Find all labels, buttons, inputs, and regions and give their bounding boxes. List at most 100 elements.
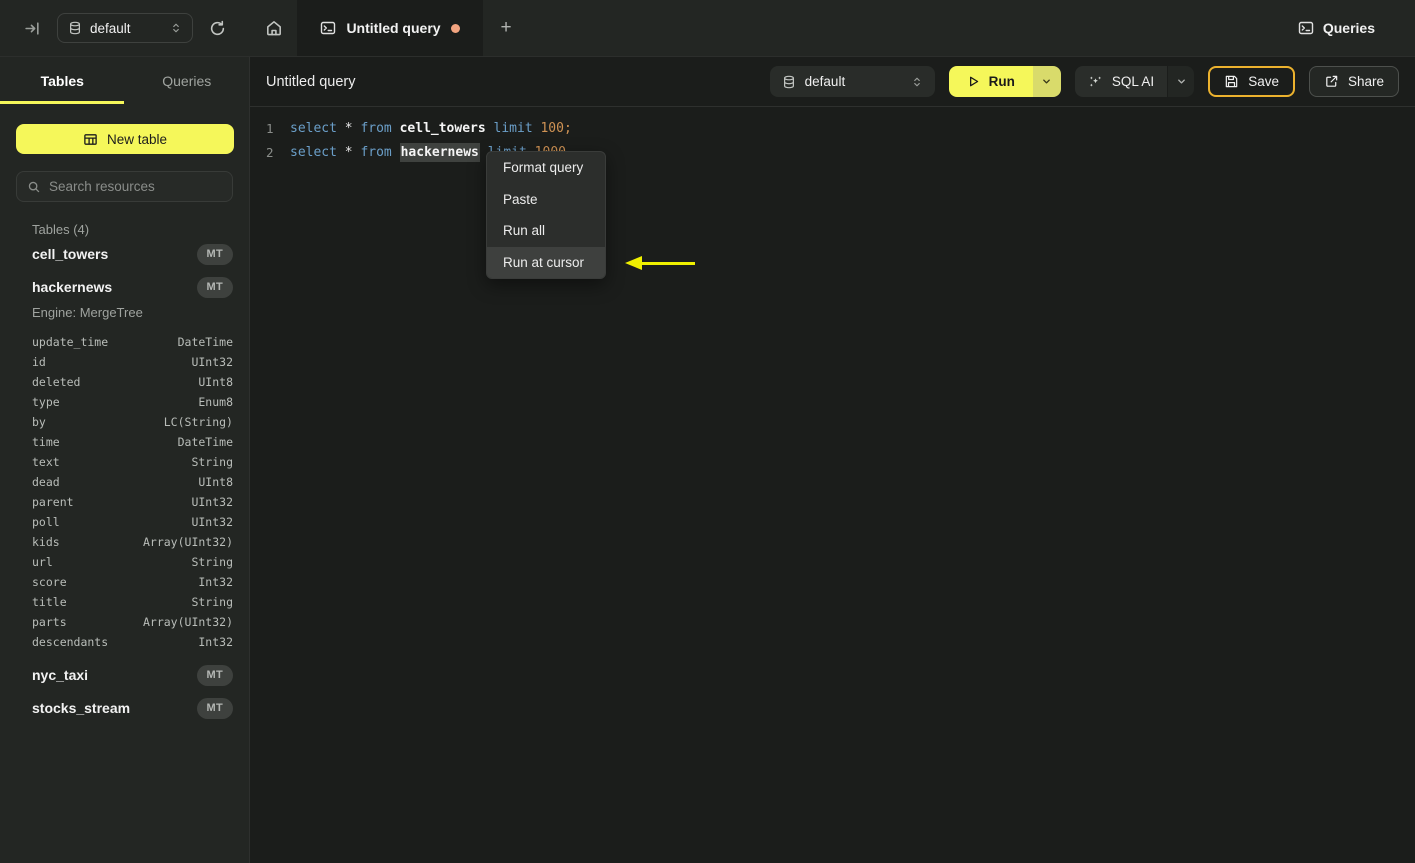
column-row[interactable]: descendants Int32: [0, 632, 249, 652]
column-type: UInt32: [191, 355, 233, 369]
column-row[interactable]: parts Array(UInt32): [0, 612, 249, 632]
terminal-icon: [1298, 20, 1314, 36]
engine-badge: MT: [196, 276, 233, 298]
search-box: [16, 171, 233, 202]
search-input[interactable]: [49, 179, 226, 194]
column-type: String: [191, 595, 233, 609]
sidebar-tab-queries[interactable]: Queries: [125, 57, 250, 104]
table-row-stocks-stream[interactable]: stocks_stream MT: [0, 696, 249, 720]
column-list: update_time DateTime id UInt32 deleted UInt8 t…: [0, 332, 249, 652]
column-row[interactable]: id UInt32: [0, 352, 249, 372]
column-row[interactable]: deleted UInt8: [0, 372, 249, 392]
column-name: poll: [32, 515, 60, 529]
code-text: select * from cell_towers limit 100;: [290, 120, 572, 136]
share-button[interactable]: Share: [1308, 66, 1399, 97]
play-icon: [967, 75, 980, 88]
code-line[interactable]: 2select * from hackernews limit 1000: [250, 140, 1415, 164]
save-button-label: Save: [1248, 74, 1279, 89]
run-button-label: Run: [988, 74, 1015, 89]
collapse-sidebar-icon[interactable]: [20, 16, 44, 40]
annotation-arrow-head: [625, 256, 642, 270]
column-name: dead: [32, 475, 60, 489]
column-row[interactable]: update_time DateTime: [0, 332, 249, 352]
query-title: Untitled query: [266, 73, 356, 90]
context-menu: Format query Paste Run all Run at cursor: [486, 151, 606, 279]
toolbar-database-selector[interactable]: default: [769, 66, 935, 97]
refresh-icon[interactable]: [203, 14, 231, 42]
column-row[interactable]: text String: [0, 452, 249, 472]
column-type: UInt8: [198, 375, 233, 389]
engine-badge: MT: [196, 243, 233, 265]
column-row[interactable]: poll UInt32: [0, 512, 249, 532]
new-table-label: New table: [106, 131, 168, 147]
unsaved-changes-dot: [450, 23, 460, 33]
menu-item-run-all[interactable]: Run all: [487, 215, 605, 247]
new-tab-button[interactable]: +: [483, 0, 529, 56]
sql-ai-dropdown[interactable]: [1167, 66, 1195, 97]
column-row[interactable]: dead UInt8: [0, 472, 249, 492]
table-row-cell-towers[interactable]: cell_towers MT: [0, 242, 249, 266]
new-table-button[interactable]: New table: [16, 124, 234, 154]
topbar-database-value: default: [90, 20, 131, 36]
sql-ai-label: SQL AI: [1111, 74, 1155, 89]
menu-item-run-at-cursor[interactable]: Run at cursor: [487, 246, 605, 278]
query-toolbar: Untitled query default Run SQL AI Save S…: [250, 57, 1415, 107]
column-type: UInt8: [198, 475, 233, 489]
column-row[interactable]: time DateTime: [0, 432, 249, 452]
home-icon[interactable]: [250, 0, 297, 56]
engine-badge: MT: [196, 697, 233, 719]
column-type: LC(String): [163, 415, 233, 429]
column-name: score: [32, 575, 67, 589]
column-name: parent: [32, 495, 74, 509]
toolbar-database-value: default: [804, 74, 846, 89]
menu-item-format-query[interactable]: Format query: [487, 152, 605, 184]
column-name: kids: [32, 535, 60, 549]
column-row[interactable]: kids Array(UInt32): [0, 532, 249, 552]
active-tab-underline: [0, 101, 124, 104]
run-options-dropdown[interactable]: [1032, 66, 1061, 97]
sidebar-tab-tables[interactable]: Tables: [0, 57, 125, 104]
save-icon: [1224, 74, 1239, 89]
column-row[interactable]: url String: [0, 552, 249, 572]
table-name: nyc_taxi: [32, 667, 89, 683]
tables-section-label: Tables (4): [32, 222, 90, 237]
column-type: Int32: [198, 575, 233, 589]
save-button[interactable]: Save: [1208, 66, 1295, 97]
column-row[interactable]: type Enum8: [0, 392, 249, 412]
sparkles-icon: [1088, 74, 1103, 89]
table-name: cell_towers: [32, 246, 109, 262]
column-row[interactable]: parent UInt32: [0, 492, 249, 512]
tab-untitled-query[interactable]: Untitled query: [297, 0, 483, 56]
table-row-hackernews[interactable]: hackernews MT: [0, 275, 249, 299]
share-icon: [1324, 74, 1339, 89]
run-button[interactable]: Run: [948, 66, 1033, 97]
table-row-nyc-taxi[interactable]: nyc_taxi MT: [0, 663, 249, 687]
sql-editor[interactable]: 1 select * from cell_towers limit 100; 2 se…: [250, 107, 1415, 164]
table-name: hackernews: [32, 279, 113, 295]
code-line[interactable]: 1 select * from cell_towers limit 100;: [250, 116, 1415, 140]
engine-badge: MT: [196, 664, 233, 686]
column-type: DateTime: [177, 335, 233, 349]
table-name: stocks_stream: [32, 700, 131, 716]
column-name: text: [32, 455, 60, 469]
tab-label: Untitled query: [346, 20, 441, 36]
column-row[interactable]: by LC(String): [0, 412, 249, 432]
annotation-arrow-line: [640, 262, 695, 265]
topbar-database-selector[interactable]: default: [57, 13, 193, 43]
column-name: title: [32, 595, 67, 609]
sql-ai-split-button: SQL AI: [1074, 66, 1195, 97]
menu-item-paste[interactable]: Paste: [487, 184, 605, 216]
queries-button[interactable]: Queries: [1298, 20, 1375, 36]
terminal-icon: [320, 20, 336, 36]
column-type: Enum8: [198, 395, 233, 409]
column-type: UInt32: [191, 495, 233, 509]
column-type: DateTime: [177, 435, 233, 449]
column-name: descendants: [32, 635, 109, 649]
sql-ai-button[interactable]: SQL AI: [1074, 66, 1168, 97]
run-split-button: Run: [948, 66, 1061, 97]
column-row[interactable]: title String: [0, 592, 249, 612]
chevron-updown-icon: [170, 22, 182, 34]
engine-info: Engine: MergeTree: [32, 305, 143, 320]
column-row[interactable]: score Int32: [0, 572, 249, 592]
column-name: by: [32, 415, 46, 429]
